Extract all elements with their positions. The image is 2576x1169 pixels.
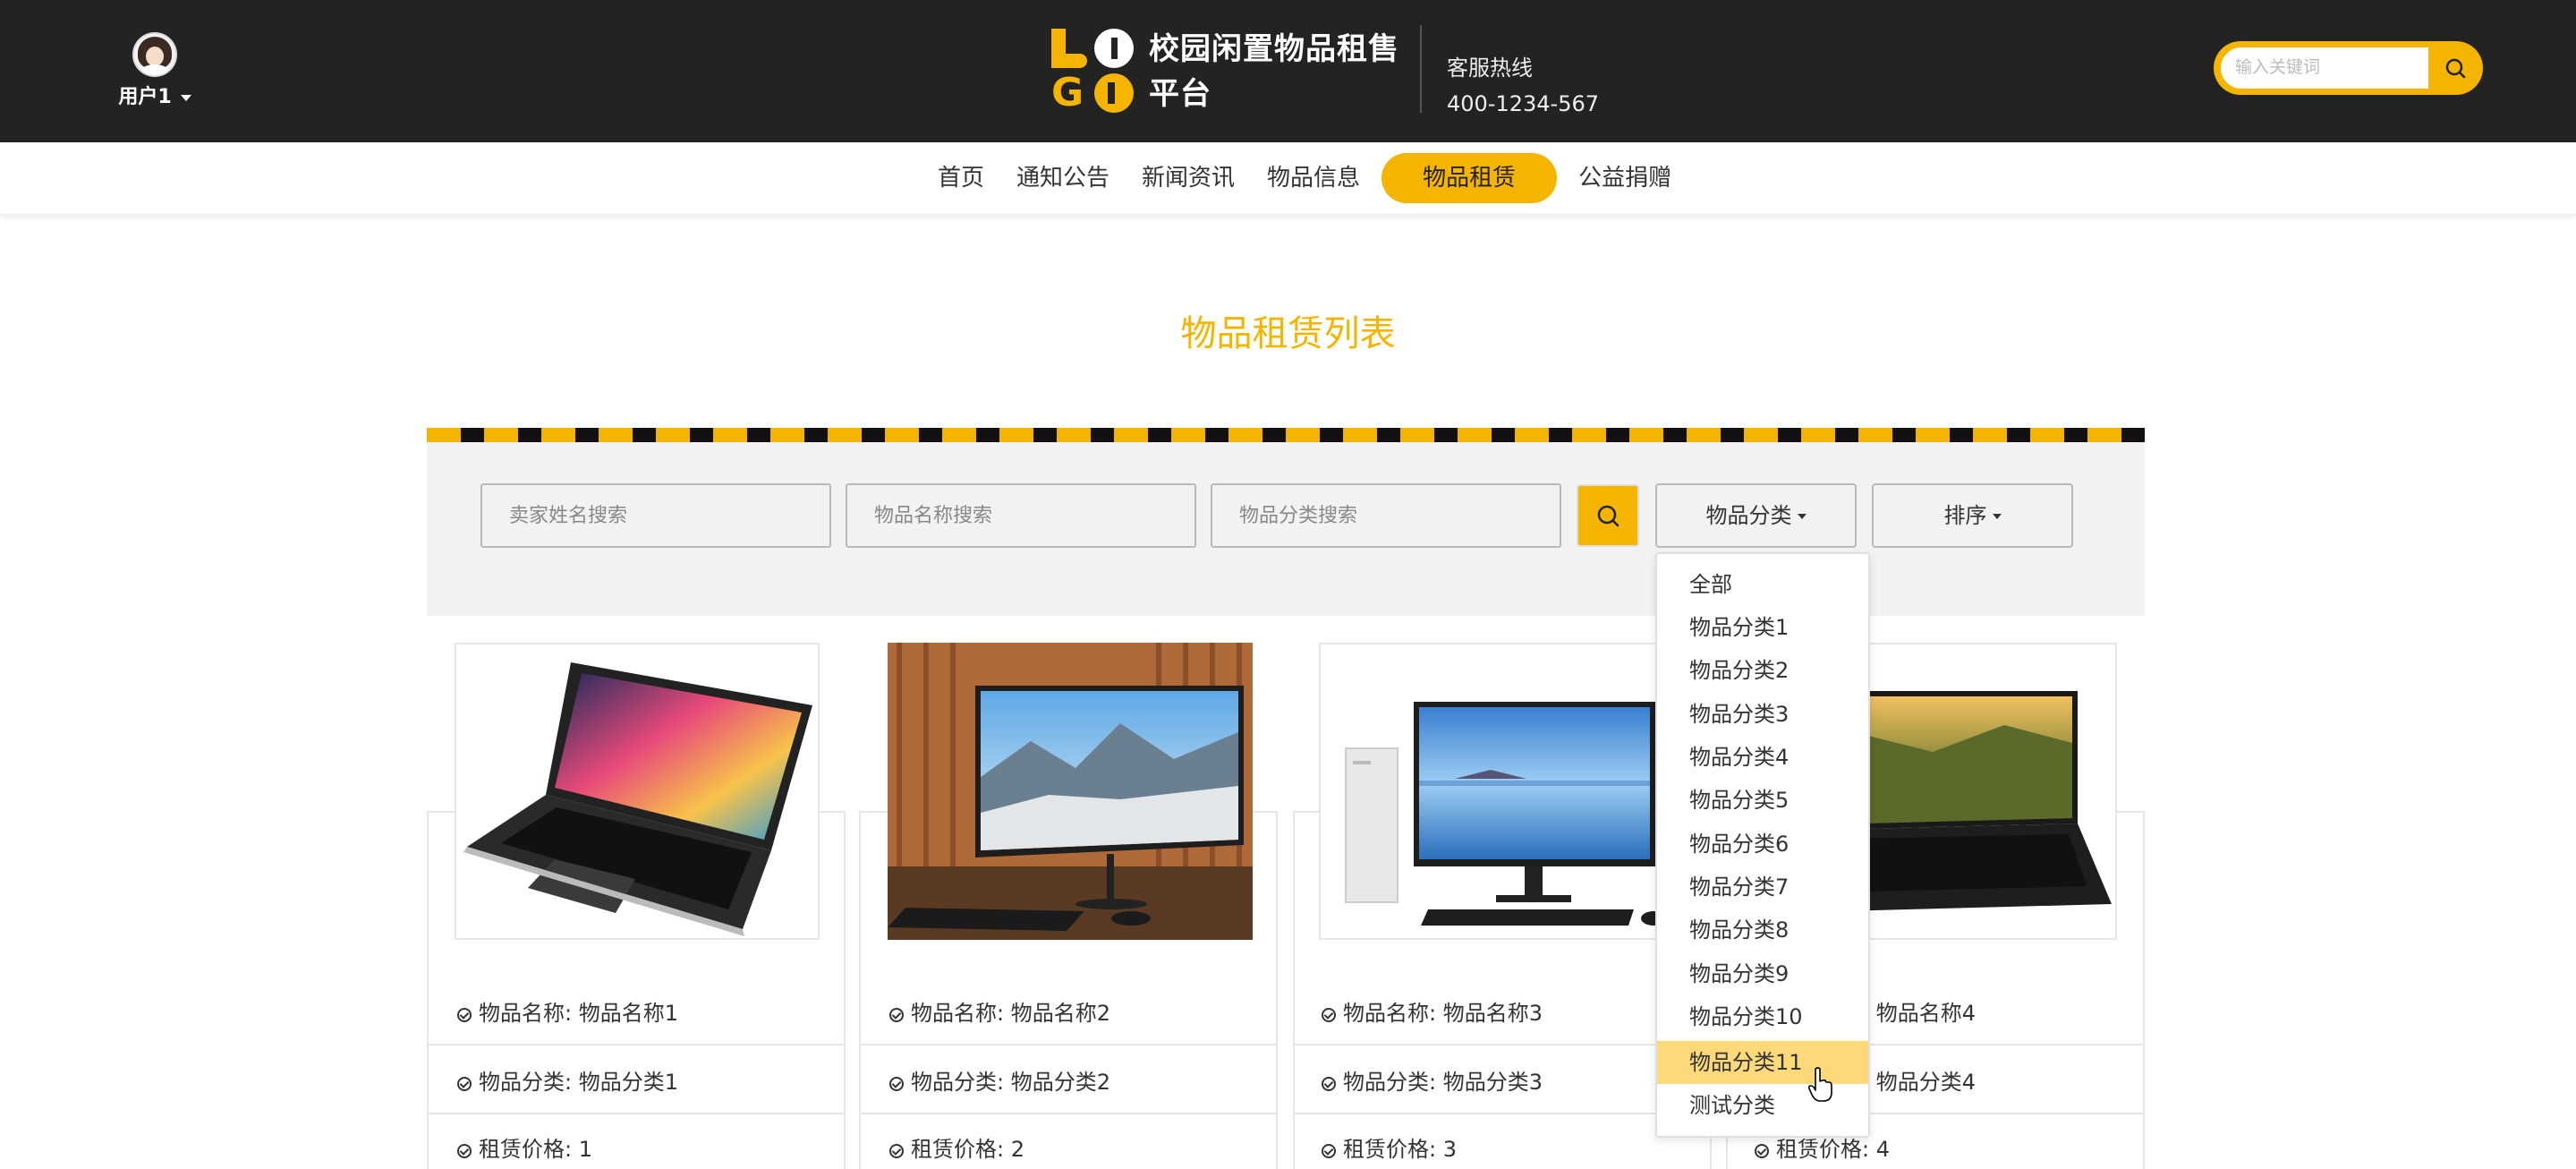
nav-items[interactable]: 物品信息 (1251, 153, 1376, 203)
product-image[interactable] (888, 643, 1253, 940)
sort-dropdown-label: 排序 (1943, 503, 1987, 528)
divider (429, 1113, 844, 1114)
user-name: 用户1 (118, 86, 172, 108)
menu-item-category-10[interactable]: 物品分类10 (1657, 995, 1868, 1038)
menu-item-category-7[interactable]: 物品分类7 (1657, 866, 1868, 909)
product-name: 物品名称: 物品名称1 (457, 995, 678, 1027)
main-nav: 首页 通知公告 新闻资讯 物品信息 物品租赁 公益捐赠 (0, 142, 2576, 214)
product-name: 物品名称: 物品名称3 (1322, 995, 1543, 1027)
check-circle-icon (457, 1008, 472, 1022)
hand-pointer-icon (1807, 1067, 1832, 1102)
check-circle-icon (1322, 1144, 1336, 1158)
menu-item-category-8[interactable]: 物品分类8 (1657, 909, 1868, 951)
check-circle-icon (889, 1077, 904, 1091)
search-icon (2445, 58, 2466, 79)
header-divider (1420, 25, 1422, 113)
check-circle-icon (1322, 1008, 1336, 1022)
user-name-toggle[interactable]: 用户1 (115, 81, 195, 109)
menu-item-category-9[interactable]: 物品分类9 (1657, 952, 1868, 995)
search-icon (1597, 505, 1620, 527)
hotline-label: 客服热线 (1447, 55, 1533, 81)
category-dropdown-label: 物品分类 (1705, 503, 1792, 528)
site-logo[interactable]: G (1051, 29, 1134, 113)
header-search-input[interactable] (2221, 47, 2428, 89)
check-circle-icon (889, 1144, 904, 1158)
check-circle-icon (457, 1144, 472, 1158)
nav-news[interactable]: 新闻资讯 (1126, 153, 1251, 203)
user-menu[interactable]: 用户1 (115, 32, 195, 109)
category-dropdown-button[interactable]: 物品分类 (1655, 483, 1857, 548)
product-price: 租赁价格: 2 (889, 1131, 1024, 1163)
category-dropdown-menu: 全部 物品分类1 物品分类2 物品分类3 物品分类4 物品分类5 物品分类6 物… (1655, 552, 1870, 1138)
product-price: 租赁价格: 1 (457, 1131, 592, 1163)
sort-dropdown-button[interactable]: 排序 (1872, 483, 2073, 548)
laptop-icon (463, 662, 812, 936)
product-name: 物品名称: 物品名称2 (889, 995, 1110, 1027)
divider (1295, 1113, 1710, 1114)
product-category: 物品分类: 物品分类1 (457, 1064, 678, 1096)
check-circle-icon (457, 1077, 472, 1091)
menu-item-all[interactable]: 全部 (1657, 563, 1868, 606)
menu-item-category-11[interactable]: 物品分类11 (1657, 1041, 1868, 1084)
nav-notices[interactable]: 通知公告 (1000, 153, 1126, 203)
menu-item-category-2[interactable]: 物品分类2 (1657, 649, 1868, 692)
header-search-button[interactable] (2436, 48, 2475, 88)
nav-donation[interactable]: 公益捐赠 (1562, 153, 1688, 203)
menu-item-test-category[interactable]: 测试分类 (1657, 1084, 1868, 1127)
product-category: 物品分类: 物品分类3 (1322, 1064, 1543, 1096)
hotline-number: 400-1234-567 (1447, 91, 1600, 116)
product-price: 租赁价格: 3 (1322, 1131, 1457, 1163)
caret-down-icon (1797, 514, 1807, 519)
divider (429, 1044, 844, 1045)
caret-down-icon (1992, 514, 2002, 519)
monitor-icon (888, 643, 1253, 940)
avatar[interactable] (132, 32, 177, 77)
product-category: 物品分类: 物品分类2 (889, 1064, 1110, 1096)
site-title: 校园闲置物品租售平台 (1149, 31, 1399, 112)
nav-rental[interactable]: 物品租赁 (1382, 153, 1558, 203)
divider (861, 1113, 1276, 1114)
check-circle-icon (889, 1008, 904, 1022)
product-image[interactable] (1319, 643, 1684, 940)
menu-item-category-1[interactable]: 物品分类1 (1657, 606, 1868, 649)
chevron-down-icon (180, 94, 191, 101)
menu-item-category-3[interactable]: 物品分类3 (1657, 693, 1868, 736)
divider (1295, 1044, 1710, 1045)
filter-search-button[interactable] (1577, 484, 1639, 547)
seller-name-search[interactable] (480, 483, 831, 548)
page-title: 物品租赁列表 (1180, 313, 1396, 354)
nav-home[interactable]: 首页 (922, 153, 1000, 203)
item-name-search[interactable] (846, 483, 1196, 548)
menu-item-category-6[interactable]: 物品分类6 (1657, 823, 1868, 866)
desktop-icon (1345, 702, 1666, 926)
item-category-search[interactable] (1211, 483, 1561, 548)
header-search (2214, 41, 2483, 95)
check-circle-icon (1322, 1077, 1336, 1091)
top-header: 用户1 G 校园闲置物品租售平台 客服热线 400-1234-567 (0, 0, 2576, 142)
decorative-stripe (427, 428, 2145, 442)
menu-item-category-4[interactable]: 物品分类4 (1657, 736, 1868, 779)
menu-item-category-5[interactable]: 物品分类5 (1657, 779, 1868, 822)
hotline: 客服热线 400-1234-567 (1447, 50, 1599, 122)
divider (861, 1044, 1276, 1045)
check-circle-icon (1755, 1144, 1769, 1158)
product-image[interactable] (455, 643, 820, 940)
